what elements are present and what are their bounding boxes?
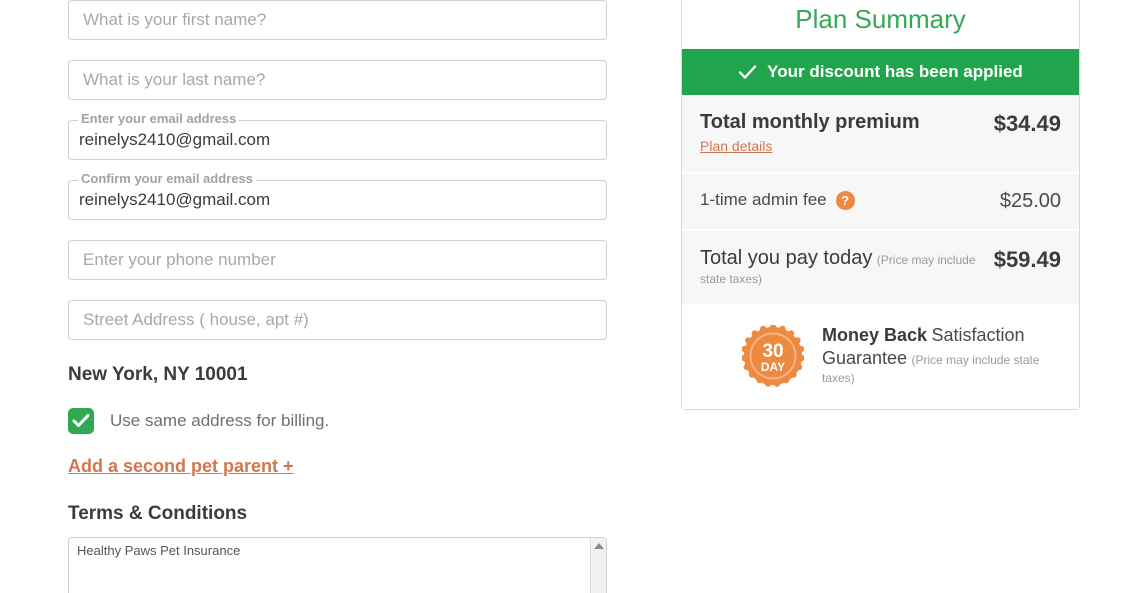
confirm-email-label: Confirm your email address [78,172,256,186]
city-state-zip: New York, NY 10001 [68,364,248,385]
scroll-up-arrow-icon[interactable] [594,543,604,549]
plan-details-link[interactable]: Plan details [700,138,772,154]
total-today-label: Total you pay today [700,247,873,269]
check-icon [738,65,757,79]
premium-label-group: Total monthly premium Plan details [700,111,994,156]
email-label: Enter your email address [78,112,240,126]
email-input[interactable]: Enter your email address reinelys2410@gm… [68,112,607,160]
total-monthly-premium-label: Total monthly premium [700,111,920,133]
last-name-input[interactable]: What is your last name? [68,60,607,100]
confirm-email-input[interactable]: Confirm your email address reinelys2410@… [68,172,607,220]
confirm-email-value: reinelys2410@gmail.com [79,190,271,209]
row-total-monthly-premium: Total monthly premium Plan details $34.4… [682,95,1079,174]
first-name-input[interactable]: What is your first name? [68,0,607,40]
street-address-input[interactable]: Street Address ( house, apt #) [68,300,607,340]
checkout-page: What is your first name? What is your la… [0,0,1146,593]
email-value: reinelys2410@gmail.com [79,130,271,149]
plan-summary-card: Plan Summary Your discount has been appl… [681,0,1080,410]
last-name-placeholder: What is your last name? [83,70,266,89]
total-monthly-premium-price: $34.49 [993,111,1061,136]
terms-text: Healthy Paws Pet Insurance [77,543,241,558]
terms-and-conditions-title: Terms & Conditions [68,503,248,524]
help-icon[interactable]: ? [835,190,855,210]
row-total-today: Total you pay today (Price may include s… [682,231,1079,306]
guarantee-text-group: Money Back Satisfaction Guarantee (Price… [822,324,1061,387]
first-name-placeholder: What is your first name? [83,10,267,29]
billing-address-row[interactable]: Use same address for billing. [68,408,607,434]
admin-fee-price: $25.00 [999,190,1061,212]
row-admin-fee: 1-time admin fee ? $25.00 [682,174,1079,231]
total-today-label-group: Total you pay today (Price may include s… [700,247,994,288]
discount-applied-banner: Your discount has been applied [682,49,1079,95]
plan-summary-title: Plan Summary [682,0,1079,49]
customer-info-form: What is your first name? What is your la… [68,0,607,593]
street-address-placeholder: Street Address ( house, apt #) [83,310,309,329]
check-icon [72,414,90,427]
money-back-badge-icon: 30 DAY [742,324,804,387]
total-today-price: $59.49 [993,247,1061,272]
admin-fee-label: 1-time admin fee [700,190,827,209]
money-back-guarantee-section: 30 DAY Money Back Satisfaction Guarantee… [682,306,1079,409]
terms-and-conditions-textarea[interactable]: Healthy Paws Pet Insurance [68,537,607,593]
phone-placeholder: Enter your phone number [83,250,276,269]
badge-unit: DAY [761,360,785,374]
add-second-pet-parent-link[interactable]: Add a second pet parent + [68,456,294,477]
guarantee-line-1: Money Back [822,325,928,345]
badge-number: 30 [762,341,783,362]
use-same-address-checkbox[interactable] [68,408,94,434]
phone-input[interactable]: Enter your phone number [68,240,607,280]
use-same-address-label: Use same address for billing. [110,411,330,430]
terms-scrollbar[interactable] [590,538,606,593]
discount-banner-text: Your discount has been applied [767,62,1023,81]
admin-fee-label-group: 1-time admin fee ? [700,190,855,210]
